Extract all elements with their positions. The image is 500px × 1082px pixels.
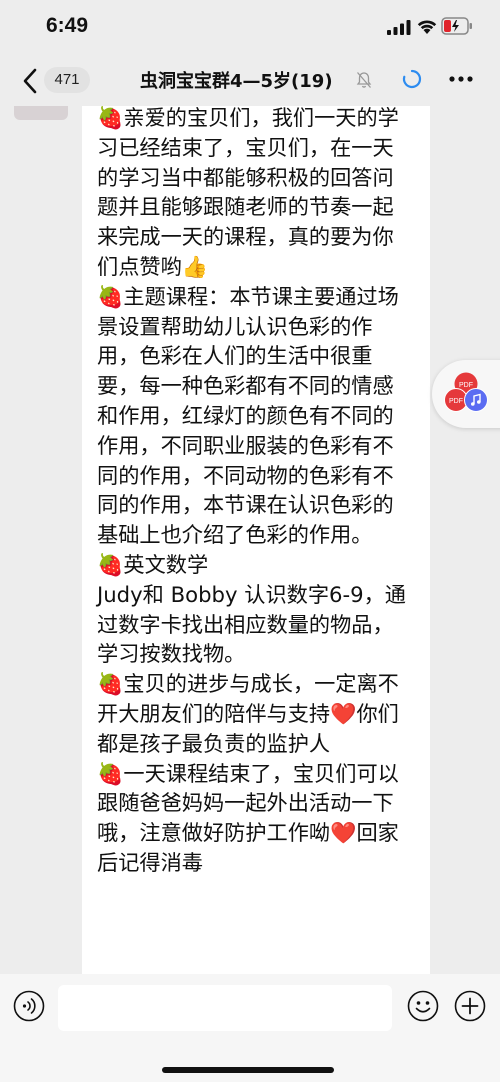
message-paragraph: 🍓一天课程结束了，宝贝们可以跟随爸爸妈妈一起外出活动一下哦，注意做好防护工作呦❤… bbox=[97, 760, 399, 875]
battery-charging-icon bbox=[441, 17, 472, 35]
message-paragraph: 🍓亲爱的宝贝们，我们一天的学习已经结束了，宝贝们，在一天的学习当中都能够积极的回… bbox=[97, 106, 399, 279]
message-paragraph: Judy和 Bobby 认识数字6-9，通过数字卡找出相应数量的物品，学习按数找… bbox=[97, 581, 406, 667]
status-bar: 6:49 bbox=[0, 0, 500, 56]
cellular-signal-icon bbox=[387, 20, 411, 35]
music-icon bbox=[464, 388, 488, 412]
message-paragraph: 🍓主题课程：本节课主要通过场景设置帮助幼儿认识色彩的作用，色彩在人们的生活中很重… bbox=[97, 283, 399, 548]
unread-count-badge[interactable]: 471 bbox=[44, 67, 90, 93]
more-options-icon[interactable] bbox=[449, 76, 473, 82]
voice-input-icon[interactable] bbox=[13, 990, 45, 1022]
add-icon[interactable] bbox=[454, 990, 486, 1022]
floating-document-pill[interactable]: PDF PDF bbox=[432, 360, 500, 428]
muted-bell-icon bbox=[356, 72, 372, 88]
sender-avatar[interactable] bbox=[14, 106, 68, 120]
message-input[interactable] bbox=[58, 985, 392, 1031]
input-bar bbox=[0, 974, 500, 1082]
message-paragraph: 🍓宝贝的进步与成长，一定离不开大朋友们的陪伴与支持❤️你们都是孩子最负责的监护人 bbox=[97, 671, 399, 756]
message-paragraph: 🍓英文数学 bbox=[97, 551, 209, 577]
back-chevron-icon[interactable] bbox=[22, 68, 38, 94]
status-time: 6:49 bbox=[46, 14, 89, 37]
wifi-icon bbox=[417, 20, 437, 34]
home-indicator bbox=[162, 1067, 334, 1073]
chat-title[interactable]: 虫洞宝宝群4—5岁(19) bbox=[140, 67, 333, 93]
message-text: 🍓亲爱的宝贝们，我们一天的学习已经结束了，宝贝们，在一天的学习当中都能够积极的回… bbox=[97, 106, 413, 878]
loading-spinner-icon bbox=[402, 69, 422, 89]
emoji-icon[interactable] bbox=[407, 990, 439, 1022]
nav-bar: 471 虫洞宝宝群4—5岁(19) bbox=[0, 56, 500, 106]
svg-text:PDF: PDF bbox=[449, 398, 463, 405]
chat-area[interactable]: 🍓亲爱的宝贝们，我们一天的学习已经结束了，宝贝们，在一天的学习当中都能够积极的回… bbox=[0, 106, 500, 974]
